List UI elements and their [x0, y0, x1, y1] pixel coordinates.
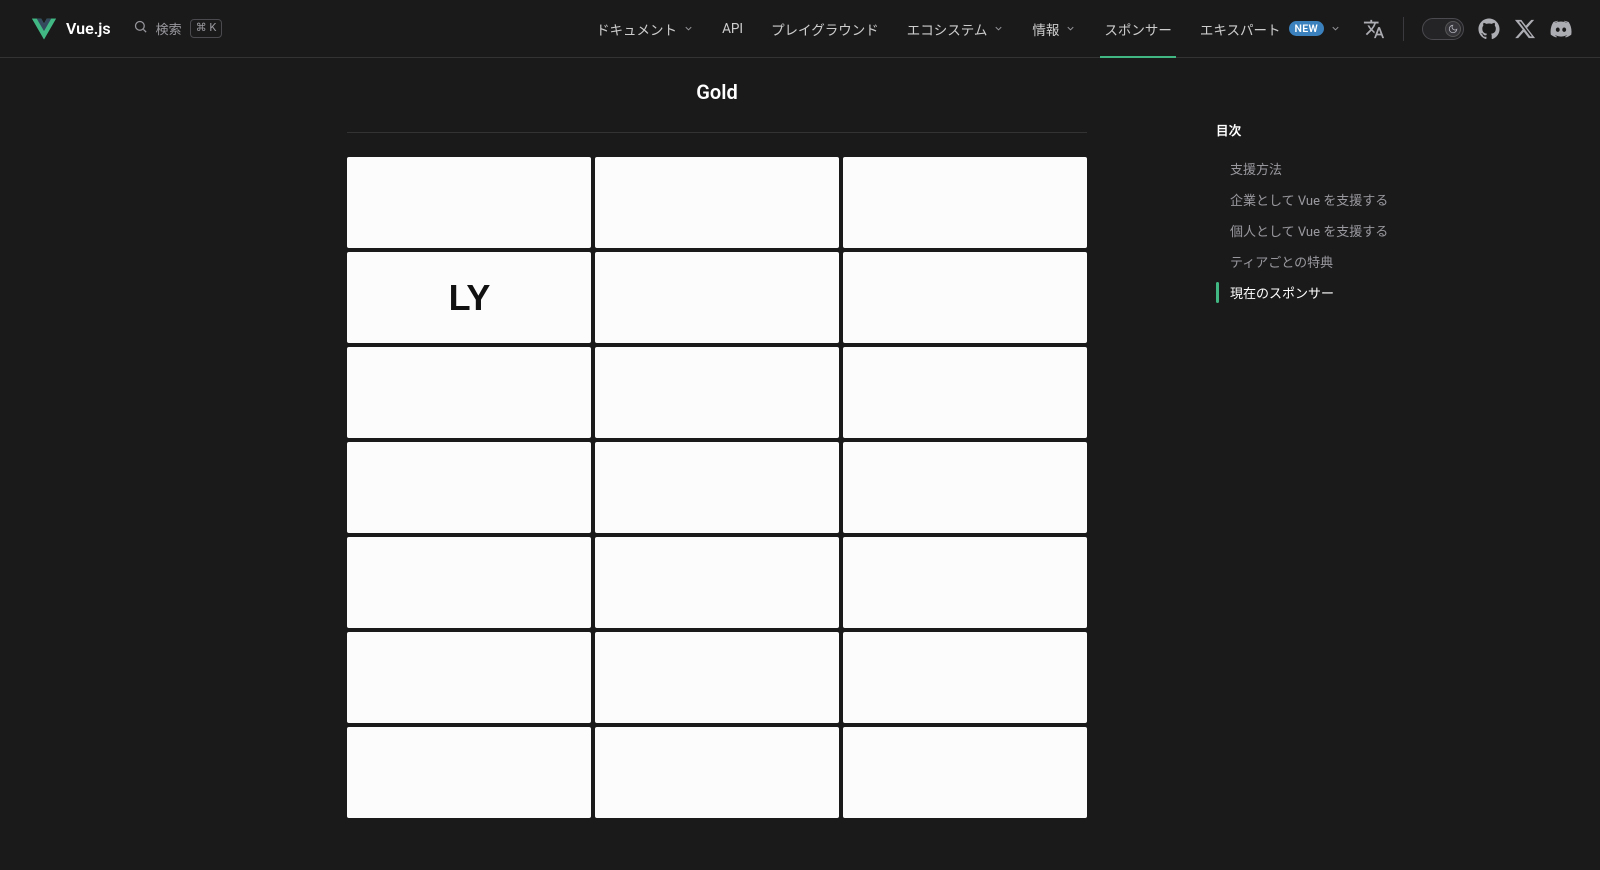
- sponsor-card[interactable]: [595, 347, 839, 438]
- sponsor-card[interactable]: [843, 252, 1087, 343]
- nav-item-label: 情報: [1032, 19, 1059, 39]
- sponsor-card[interactable]: [347, 727, 591, 818]
- sponsor-card[interactable]: [843, 632, 1087, 723]
- sponsor-card[interactable]: [843, 442, 1087, 533]
- content-wrap: Gold LY 目次 支援方法企業として Vue を支援する個人として Vue …: [50, 58, 1550, 870]
- sponsor-card[interactable]: [843, 157, 1087, 248]
- sponsor-grid-gold: LY: [347, 157, 1087, 818]
- search-icon: [133, 19, 148, 38]
- outline-title: 目次: [1216, 120, 1526, 139]
- main-content: Gold LY: [74, 58, 1160, 870]
- section-divider: [347, 132, 1087, 133]
- chevron-down-icon: [1330, 23, 1341, 34]
- github-icon[interactable]: [1478, 18, 1500, 40]
- outline-item[interactable]: ティアごとの特典: [1216, 246, 1526, 277]
- outline-item[interactable]: 企業として Vue を支援する: [1216, 184, 1526, 215]
- nav-item-3[interactable]: エコシステム: [895, 0, 1017, 57]
- nav-item-1[interactable]: API: [710, 0, 755, 57]
- outline-item[interactable]: 現在のスポンサー: [1216, 277, 1526, 308]
- sponsor-logo: LY: [449, 277, 490, 319]
- sponsor-card[interactable]: [347, 347, 591, 438]
- section-title-gold: Gold: [696, 80, 737, 132]
- sponsor-card[interactable]: [595, 252, 839, 343]
- sponsor-card[interactable]: [347, 632, 591, 723]
- chevron-down-icon: [993, 23, 1004, 34]
- search-trigger[interactable]: 検索 ⌘ K: [133, 19, 223, 38]
- nav-item-0[interactable]: ドキュメント: [584, 0, 706, 57]
- discord-icon[interactable]: [1550, 18, 1572, 40]
- nav-item-label: プレイグラウンド: [771, 19, 879, 39]
- sponsor-card[interactable]: [595, 157, 839, 248]
- nav-item-label: API: [722, 21, 743, 37]
- nav-item-2[interactable]: プレイグラウンド: [759, 0, 891, 57]
- top-navbar: Vue.js 検索 ⌘ K ドキュメント API プレイグラウンド エコシステム 情報 ス…: [0, 0, 1600, 58]
- nav-item-4[interactable]: 情報: [1020, 0, 1088, 57]
- sponsor-card[interactable]: [595, 537, 839, 628]
- nav-item-6[interactable]: エキスパート NEW: [1188, 0, 1353, 57]
- nav-item-label: エコシステム: [907, 19, 988, 39]
- sponsor-card[interactable]: [843, 347, 1087, 438]
- nav-item-label: ドキュメント: [596, 19, 677, 39]
- sponsor-card[interactable]: [347, 157, 591, 248]
- theme-toggle-knob: [1445, 21, 1461, 37]
- badge-new: NEW: [1289, 21, 1324, 36]
- search-shortcut: ⌘ K: [190, 19, 223, 37]
- nav-divider: [1403, 17, 1404, 41]
- nav-item-5[interactable]: スポンサー: [1092, 0, 1184, 57]
- sponsor-card[interactable]: [595, 727, 839, 818]
- sponsor-card[interactable]: [347, 537, 591, 628]
- brand-name: Vue.js: [66, 19, 111, 38]
- sponsor-card[interactable]: [595, 442, 839, 533]
- nav-utilities: [1363, 17, 1572, 41]
- search-label: 検索: [156, 19, 182, 38]
- sponsor-card[interactable]: [347, 442, 591, 533]
- primary-nav: ドキュメント API プレイグラウンド エコシステム 情報 スポンサー エキスパート NEW: [584, 0, 1353, 57]
- sponsor-card[interactable]: [843, 727, 1087, 818]
- nav-item-label: スポンサー: [1104, 19, 1172, 39]
- chevron-down-icon: [1065, 23, 1076, 34]
- outline-list: 支援方法企業として Vue を支援する個人として Vue を支援するティアごとの…: [1216, 153, 1526, 308]
- chevron-down-icon: [683, 23, 694, 34]
- sponsor-card[interactable]: [595, 632, 839, 723]
- sponsor-card[interactable]: [843, 537, 1087, 628]
- sponsor-card[interactable]: LY: [347, 252, 591, 343]
- x-twitter-icon[interactable]: [1514, 18, 1536, 40]
- theme-toggle[interactable]: [1422, 18, 1464, 40]
- nav-item-label: エキスパート: [1200, 19, 1281, 39]
- vue-logo-icon: [32, 17, 56, 41]
- translate-icon[interactable]: [1363, 18, 1385, 40]
- page-outline: 目次 支援方法企業として Vue を支援する個人として Vue を支援するティア…: [1216, 88, 1526, 308]
- outline-item[interactable]: 個人として Vue を支援する: [1216, 215, 1526, 246]
- outline-item[interactable]: 支援方法: [1216, 153, 1526, 184]
- brand-link[interactable]: Vue.js: [32, 17, 111, 41]
